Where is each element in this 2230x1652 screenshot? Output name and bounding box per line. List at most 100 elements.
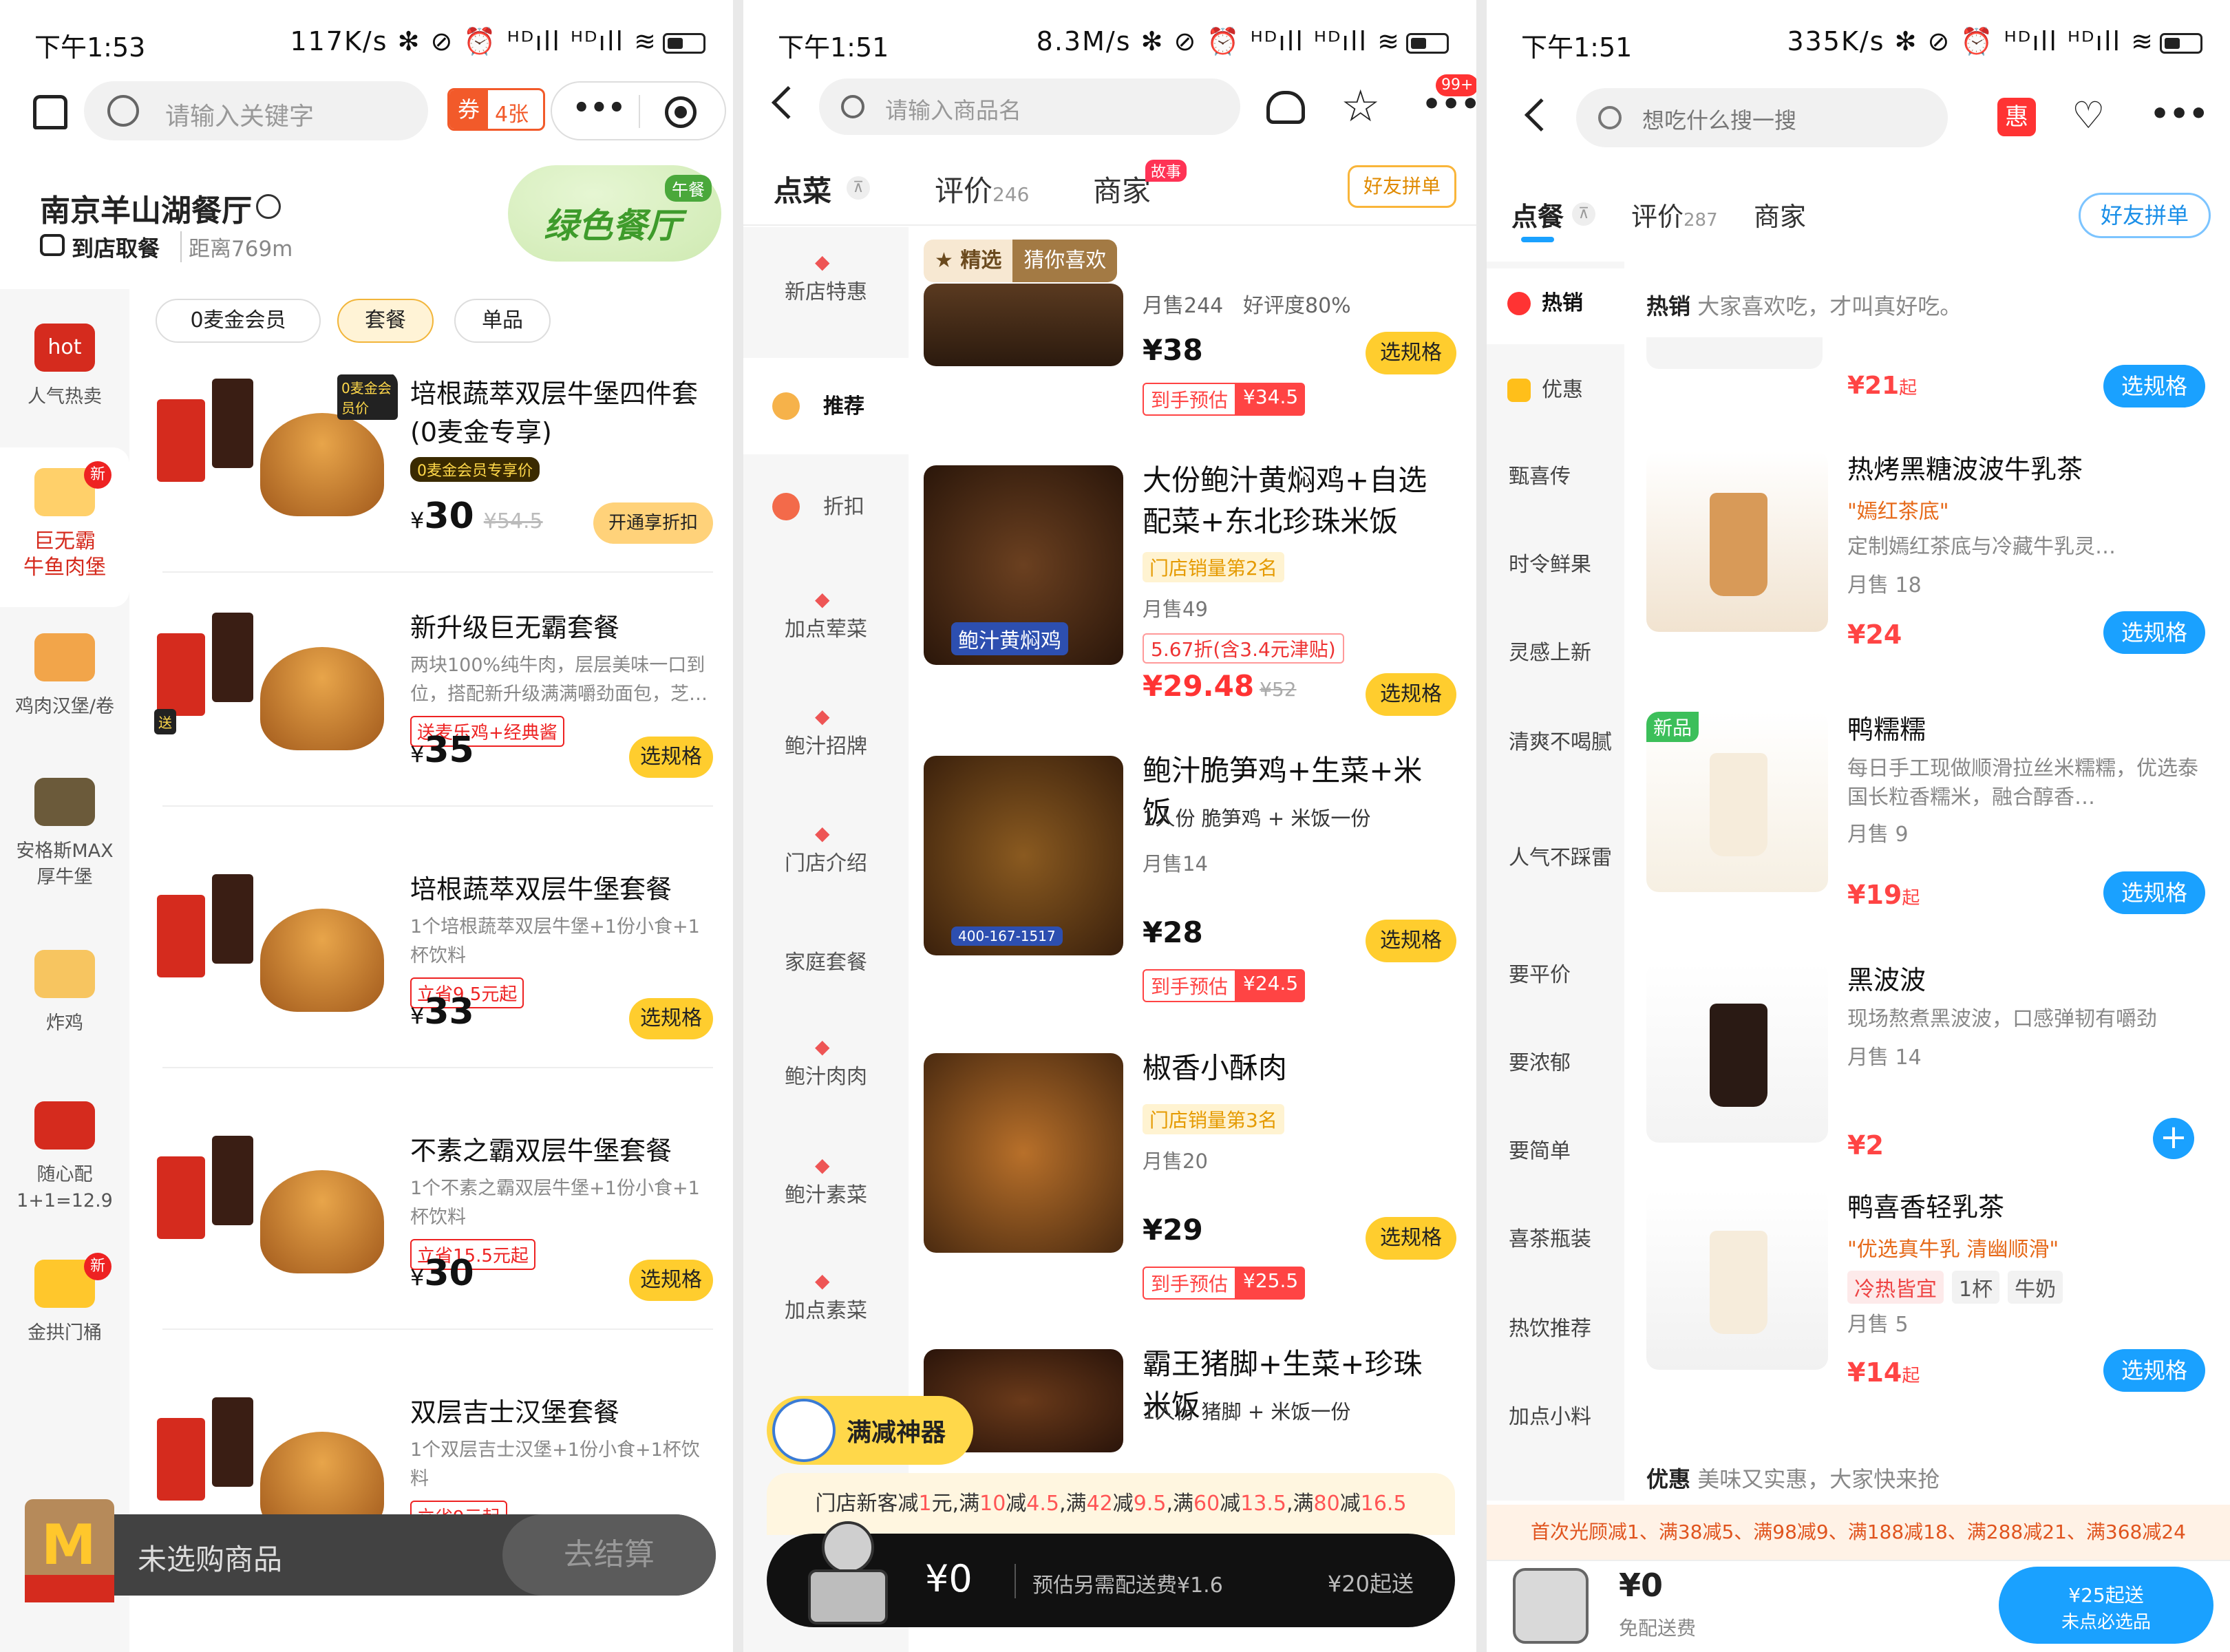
category-label[interactable]: 随心配 1+1=12.9 [0,1162,129,1214]
category-label[interactable]: 家庭套餐 [743,950,909,976]
cart-bar[interactable]: 未选购商品 去结算 [48,1514,716,1596]
select-spec-button[interactable]: 选规格 [629,1260,713,1301]
category-label[interactable]: 鲍汁招牌 [743,734,909,760]
more-icon[interactable]: ••• [2150,96,2208,131]
category-label[interactable]: 巨无霸 牛鱼肉堡 [0,529,129,581]
product-title[interactable]: 大份鲍汁黄焖鸡+自选配菜+东北珍珠米饭 [1143,460,1445,542]
capsule-menu[interactable]: ••• [551,81,726,140]
category-label[interactable]: 要浓郁 [1509,1049,1612,1078]
product-title[interactable]: 新升级巨无霸套餐 [410,608,720,647]
category-label[interactable]: 要平价 [1509,961,1612,990]
product-title[interactable]: 热烤黑糖波波牛乳茶 [1847,450,2083,489]
category-label[interactable]: 鸡肉汉堡/卷 [0,694,129,720]
product-title[interactable]: 培根蔬萃双层牛堡套餐 [410,870,720,909]
tab-review[interactable]: 评价287 [1631,195,1718,233]
category-label[interactable]: 新店特惠 [743,279,909,306]
collapse-icon[interactable]: ⊼ [847,176,870,200]
tab-review[interactable]: 评价246 [935,168,1029,210]
product-title[interactable]: 双层吉士汉堡套餐 [410,1393,720,1432]
more-icon[interactable]: ••• [573,92,626,124]
product-image[interactable] [1646,337,1823,369]
category-label[interactable]: 时令鲜果 [1509,551,1612,580]
category-label[interactable]: 折扣 [823,494,906,520]
chevron-down-icon[interactable] [256,194,281,219]
category-label[interactable]: 热饮推荐 [1509,1315,1612,1344]
category-label[interactable]: 门店介绍 [743,851,909,877]
product-title[interactable]: 黑波波 [1847,961,1926,999]
category-label[interactable]: 热销 [1542,289,1645,318]
search-input[interactable]: 请输入关键字 [84,81,428,140]
product-image[interactable] [1646,962,1828,1143]
select-spec-button[interactable]: 选规格 [1366,920,1456,962]
product-title[interactable]: 鸭喜香轻乳茶 [1847,1188,2004,1227]
product-image[interactable] [150,1129,398,1301]
select-spec-button[interactable]: 选规格 [629,998,713,1039]
member-discount-button[interactable]: 开通享折扣 [593,502,713,544]
coupon-button[interactable]: 券 4张 [447,88,545,131]
select-spec-button[interactable]: 选规格 [2103,871,2205,914]
category-label[interactable]: 喜茶瓶装 [1509,1225,1612,1254]
discount-button[interactable]: 惠 [1997,98,2036,136]
product-image[interactable] [1646,1189,1828,1370]
product-title[interactable]: 不素之霸双层牛堡套餐 [410,1132,720,1170]
product-image[interactable] [924,1053,1123,1253]
filter-chip[interactable]: 0麦金会员 [156,299,321,343]
category-label[interactable]: 人气不踩雷 [1509,844,1612,873]
group-order-button[interactable]: 好友拼单 [2079,193,2211,238]
checkout-button[interactable]: 去结算 [502,1514,716,1596]
product-image[interactable] [924,284,1123,366]
filter-chip[interactable]: 套餐 [337,299,434,343]
tab-merchant[interactable]: 商家 [1093,168,1151,210]
category-label[interactable]: 炸鸡 [0,1010,129,1037]
category-label[interactable]: 人气热卖 [0,384,129,410]
select-spec-button[interactable]: 选规格 [1366,1217,1456,1260]
product-title[interactable]: 椒香小酥肉 [1143,1048,1445,1089]
category-label[interactable]: 加点小料 [1509,1403,1612,1432]
product-image[interactable] [1646,452,1828,632]
category-label[interactable]: 甄喜传 [1509,463,1612,491]
cart-icon[interactable] [801,1521,891,1624]
select-spec-button[interactable]: 选规格 [2103,1349,2205,1392]
select-spec-button[interactable]: 选规格 [2103,365,2205,407]
home-icon[interactable] [33,95,67,129]
collapse-icon[interactable]: ⊼ [1572,202,1595,226]
category-label[interactable]: 加点荤菜 [743,617,909,643]
category-label[interactable]: 金拱门桶 [0,1320,129,1346]
group-order-button[interactable]: 好友拼单 [1348,165,1456,208]
select-spec-button[interactable]: 选规格 [2103,611,2205,654]
category-label[interactable]: 优惠 [1542,376,1645,405]
category-label[interactable]: 鲍汁肉肉 [743,1064,909,1090]
back-icon[interactable] [1524,98,1558,132]
category-label[interactable]: 鲍汁素菜 [743,1183,909,1209]
customer-service-icon[interactable] [1266,91,1305,124]
category-label[interactable]: 清爽不喝腻 [1509,728,1612,757]
cart-icon[interactable] [1513,1568,1589,1644]
add-button[interactable]: + [2153,1118,2194,1159]
store-name[interactable]: 南京羊山湖餐厅 [40,186,252,230]
category-label[interactable]: 要简单 [1509,1137,1612,1166]
favorite-heart-icon[interactable]: ♡ [2072,94,2105,137]
checkout-button[interactable]: ¥25起送 未点必选品 [1999,1567,2213,1644]
category-label[interactable]: 安格斯MAX 厚牛堡 [0,838,129,891]
product-title[interactable]: 鸭糯糯 [1847,710,1926,749]
tab-merchant[interactable]: 商家 [1754,195,1806,233]
category-label[interactable]: 推荐 [823,394,906,420]
promo-tool-button[interactable]: 满减神器 [767,1396,973,1465]
category-label[interactable]: 加点素菜 [743,1298,909,1324]
select-spec-button[interactable]: 选规格 [1366,332,1456,374]
select-spec-button[interactable]: 选规格 [629,737,713,778]
favorite-star-icon[interactable]: ☆ [1341,81,1380,132]
tab-order[interactable]: 点菜 [774,168,831,210]
select-spec-button[interactable]: 选规格 [1366,673,1456,716]
filter-chip[interactable]: 单品 [454,299,551,343]
product-image[interactable]: 送 [150,606,398,778]
product-image[interactable]: 400-167-1517 [924,756,1123,955]
back-icon[interactable] [771,85,805,120]
product-image[interactable] [150,867,398,1039]
close-miniapp-icon[interactable] [665,96,697,128]
tab-order[interactable]: 点餐 [1511,195,1564,233]
category-label[interactable]: 灵感上新 [1509,639,1612,668]
search-input[interactable]: 请输入商品名 [819,78,1240,135]
product-image[interactable]: 新品 [1646,712,1828,892]
product-title[interactable]: 培根蔬萃双层牛堡四件套(0麦金专享) [410,374,720,452]
